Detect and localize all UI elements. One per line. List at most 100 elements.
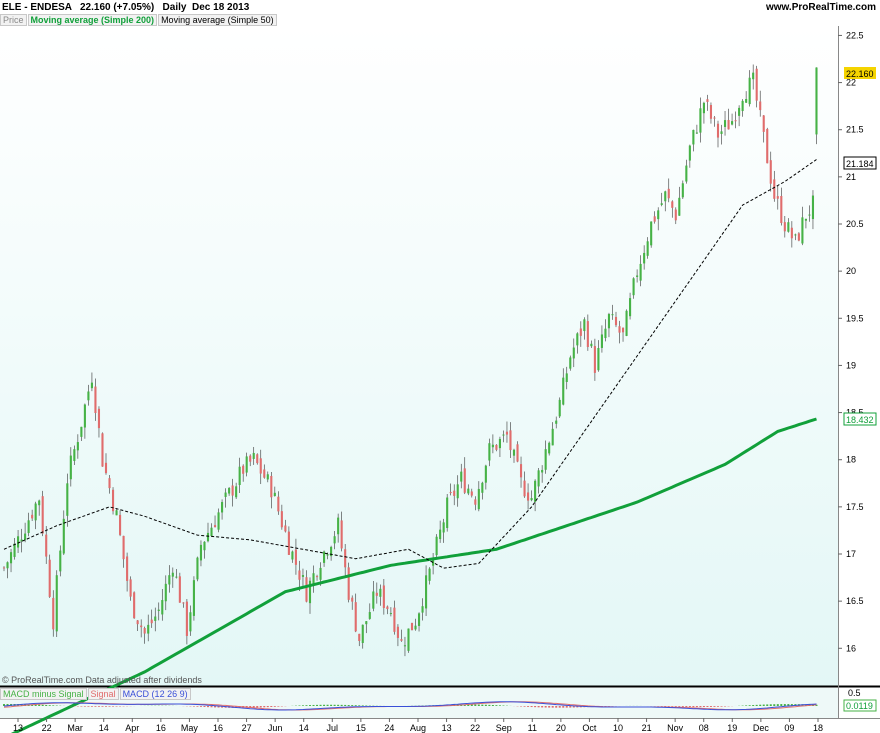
- candle-body: [769, 160, 772, 184]
- candle-body: [425, 575, 428, 609]
- candle-body: [242, 465, 245, 474]
- candle-body: [600, 334, 603, 348]
- candle-body: [403, 645, 407, 647]
- candle-body: [738, 107, 741, 116]
- candle-body: [315, 576, 319, 578]
- macd-hist-bar: [671, 706, 674, 707]
- candle-body: [562, 377, 565, 405]
- candle-body: [453, 490, 456, 496]
- candle-body: [565, 373, 568, 382]
- price-plot-area: [0, 26, 838, 686]
- macd-hist-bar: [667, 706, 670, 707]
- candle-body: [147, 624, 150, 634]
- candle-body: [41, 496, 44, 534]
- candle-body: [456, 484, 459, 499]
- y-tick-label: 21.5: [846, 125, 864, 135]
- candle-body: [171, 572, 174, 577]
- candle-body: [182, 602, 185, 604]
- legend-macd[interactable]: MACD (12 26 9): [119, 688, 191, 700]
- candle-body: [185, 601, 188, 636]
- x-tick-label: 22: [470, 723, 480, 733]
- macd-hist-bar: [273, 706, 276, 707]
- candle-body: [76, 442, 79, 451]
- ma200-label: 18.432: [846, 415, 874, 425]
- macd-hist-bar: [316, 704, 319, 706]
- candle-body: [618, 326, 621, 333]
- legend-ma50[interactable]: Moving average (Simple 50): [158, 14, 277, 26]
- macd-hist-bar: [108, 706, 111, 707]
- candle-body: [161, 600, 164, 615]
- candle-body: [69, 455, 72, 480]
- candle-body: [157, 609, 160, 611]
- candle-body: [48, 559, 51, 597]
- legend-signal[interactable]: Signal: [87, 688, 119, 700]
- candle-body: [273, 492, 276, 497]
- candle-body: [745, 98, 748, 103]
- candle-body: [210, 527, 213, 537]
- candle-body: [460, 471, 463, 482]
- macd-hist-bar: [674, 706, 677, 707]
- macd-hist-bar: [48, 705, 51, 706]
- macd-hist-bar: [309, 705, 311, 706]
- x-tick-label: 13: [442, 723, 452, 733]
- candle-body: [481, 482, 484, 493]
- macd-hist-bar: [351, 705, 354, 706]
- legend-macd-hist[interactable]: MACD minus Signal: [0, 688, 87, 700]
- candle-body: [463, 468, 466, 493]
- candle-body: [713, 117, 716, 119]
- candle-body: [203, 541, 206, 551]
- macd-hist-bar: [266, 706, 269, 708]
- macd-hist-bar: [678, 706, 681, 707]
- candle-body: [326, 554, 329, 556]
- legend-price[interactable]: Price: [0, 14, 27, 26]
- chart-date: Dec 18 2013: [192, 2, 250, 13]
- macd-hist-bar: [38, 704, 41, 706]
- candle-body: [646, 241, 649, 256]
- candle-body: [45, 534, 48, 557]
- instrument-info: ELE - ENDESA 22.160 (+7.05%) Daily Dec 1…: [2, 2, 249, 13]
- macd-hist-bar: [45, 705, 48, 706]
- candle-body: [797, 233, 800, 241]
- macd-hist-bar: [780, 704, 783, 706]
- candle-body: [766, 129, 769, 164]
- candle-body: [410, 622, 414, 631]
- candle-body: [530, 498, 533, 501]
- candle-body: [667, 188, 670, 199]
- candle-body: [614, 316, 618, 326]
- x-tick-label: Dec: [753, 723, 770, 733]
- macd-hist-bar: [755, 704, 758, 706]
- candle-body: [790, 227, 793, 239]
- candle-body: [277, 496, 280, 512]
- macd-hist-bar: [709, 706, 712, 707]
- macd-hist-bar: [333, 704, 336, 706]
- candle-body: [344, 549, 347, 568]
- candle-body: [685, 165, 688, 182]
- legend-ma200[interactable]: Moving average (Simple 200): [27, 14, 158, 26]
- candle-body: [97, 408, 101, 429]
- y-tick-label: 21: [846, 172, 856, 182]
- candle-body: [213, 525, 217, 528]
- candle-body: [224, 492, 227, 497]
- candle-body: [417, 613, 421, 626]
- x-tick-label: 15: [356, 723, 366, 733]
- candle-body: [551, 428, 554, 446]
- candle-body: [372, 591, 375, 609]
- candle-body: [653, 216, 656, 222]
- macd-hist-bar: [544, 706, 547, 708]
- x-tick-label: 16: [156, 723, 166, 733]
- macd-hist-bar: [534, 706, 537, 708]
- candle-body: [133, 592, 136, 619]
- x-tick-label: 11: [528, 723, 537, 733]
- candle-body: [632, 278, 635, 296]
- macd-hist-bar: [498, 705, 501, 706]
- candle-body: [439, 529, 442, 540]
- candle-body: [221, 502, 224, 513]
- candle-body: [576, 333, 579, 346]
- macd-hist-bar: [702, 706, 705, 708]
- candle-body: [477, 488, 480, 510]
- candle-body: [298, 570, 301, 580]
- candle-body: [101, 433, 104, 467]
- candle-body: [34, 503, 37, 521]
- candle-body: [467, 488, 470, 494]
- candle-body: [52, 597, 55, 630]
